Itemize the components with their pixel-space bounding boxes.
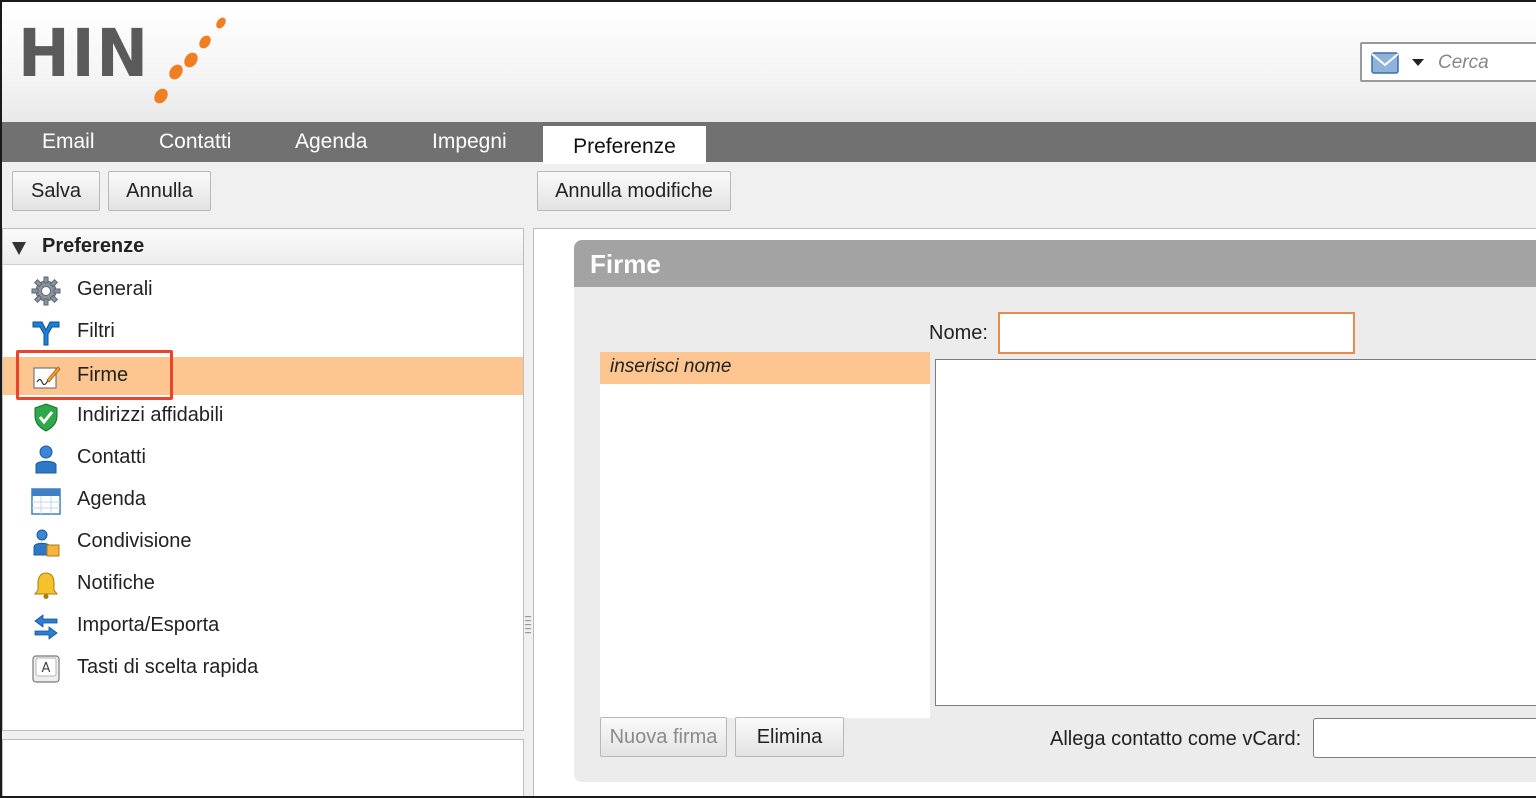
sidebar-item-generali[interactable]: Generali bbox=[3, 271, 523, 309]
sidebar-title: Preferenze bbox=[42, 235, 145, 257]
sidebar-item-label: Condivisione bbox=[77, 530, 192, 552]
mail-icon bbox=[1371, 52, 1399, 74]
svg-text:A: A bbox=[42, 661, 51, 676]
calendar-icon bbox=[31, 488, 61, 515]
revert-changes-button[interactable]: Annulla modifiche bbox=[537, 171, 731, 211]
sidebar-item-notifiche[interactable]: Notifiche bbox=[3, 565, 523, 603]
tab-impegni[interactable]: Impegni bbox=[432, 122, 507, 162]
sharing-icon bbox=[33, 529, 60, 557]
signature-icon bbox=[33, 366, 61, 389]
name-label: Nome: bbox=[929, 322, 988, 344]
sidebar-item-indirizzi-affidabili[interactable]: Indirizzi affidabili bbox=[3, 397, 523, 435]
app-window: HIN Email Contatti Agenda Impegni Prefer… bbox=[2, 2, 1536, 796]
hin-logo: HIN bbox=[16, 10, 236, 115]
tab-agenda[interactable]: Agenda bbox=[295, 122, 367, 162]
person-icon bbox=[35, 445, 57, 474]
new-signature-button[interactable]: Nuova firma bbox=[600, 717, 727, 757]
tab-email[interactable]: Email bbox=[42, 122, 95, 162]
sidebar-header[interactable]: Preferenze bbox=[3, 229, 523, 265]
tab-contatti[interactable]: Contatti bbox=[159, 122, 231, 162]
sidebar-item-label: Agenda bbox=[77, 488, 146, 510]
sidebar-item-condivisione[interactable]: Condivisione bbox=[3, 523, 523, 561]
sidebar-item-importa-esporta[interactable]: Importa/Esporta bbox=[3, 607, 523, 645]
sidebar-item-label: Contatti bbox=[77, 446, 146, 468]
sidebar-bottom-panel bbox=[2, 739, 524, 796]
cancel-button[interactable]: Annulla bbox=[108, 171, 211, 211]
sidebar-item-agenda[interactable]: Agenda bbox=[3, 481, 523, 519]
panel-splitter-handle[interactable] bbox=[525, 614, 531, 638]
search-scope-dropdown-icon[interactable] bbox=[1412, 59, 1424, 66]
logo-text: HIN bbox=[18, 15, 150, 92]
search-box[interactable] bbox=[1360, 42, 1536, 82]
section-title: Firme bbox=[590, 249, 661, 279]
shield-check-icon bbox=[34, 403, 58, 432]
sidebar-item-label: Notifiche bbox=[77, 572, 155, 594]
keyboard-key-icon: A bbox=[32, 655, 60, 683]
sidebar-item-label: Importa/Esporta bbox=[77, 614, 220, 636]
search-input[interactable] bbox=[1438, 51, 1536, 75]
collapse-triangle-icon[interactable] bbox=[12, 242, 26, 255]
import-export-icon bbox=[34, 614, 58, 640]
sidebar-item-label: Generali bbox=[77, 278, 153, 300]
sidebar-item-label: Firme bbox=[77, 364, 129, 386]
signature-list: inserisci nome bbox=[600, 352, 930, 718]
bell-icon bbox=[34, 572, 58, 599]
save-button[interactable]: Salva bbox=[12, 171, 100, 211]
sidebar-item-label: Filtri bbox=[77, 320, 115, 342]
sidebar-item-tasti-di-scelta-rapida[interactable]: A Tasti di scelta rapida bbox=[3, 649, 523, 687]
sidebar-item-firme[interactable]: Firme bbox=[3, 357, 523, 395]
main-tab-bar: Email Contatti Agenda Impegni Preferenze bbox=[2, 122, 1536, 164]
filter-icon bbox=[32, 321, 60, 346]
vcard-contact-select[interactable] bbox=[1313, 718, 1536, 758]
section-title-bar: Firme bbox=[574, 240, 1536, 287]
preferences-sidebar: Preferenze Generali Filtri Firme Indiriz… bbox=[2, 228, 524, 731]
signature-editor[interactable] bbox=[935, 359, 1536, 706]
sidebar-item-filtri[interactable]: Filtri bbox=[3, 313, 523, 351]
signature-list-item[interactable]: inserisci nome bbox=[600, 352, 930, 384]
sidebar-item-label: Tasti di scelta rapida bbox=[77, 656, 259, 678]
delete-signature-button[interactable]: Elimina bbox=[735, 717, 844, 757]
header: HIN bbox=[2, 2, 1536, 122]
sidebar-item-label: Indirizzi affidabili bbox=[77, 404, 224, 426]
tab-preferenze[interactable]: Preferenze bbox=[543, 126, 706, 164]
vcard-label: Allega contatto come vCard: bbox=[1050, 728, 1302, 750]
signature-name-input[interactable] bbox=[998, 312, 1355, 354]
gear-icon bbox=[31, 276, 61, 306]
sidebar-item-contatti[interactable]: Contatti bbox=[3, 439, 523, 477]
